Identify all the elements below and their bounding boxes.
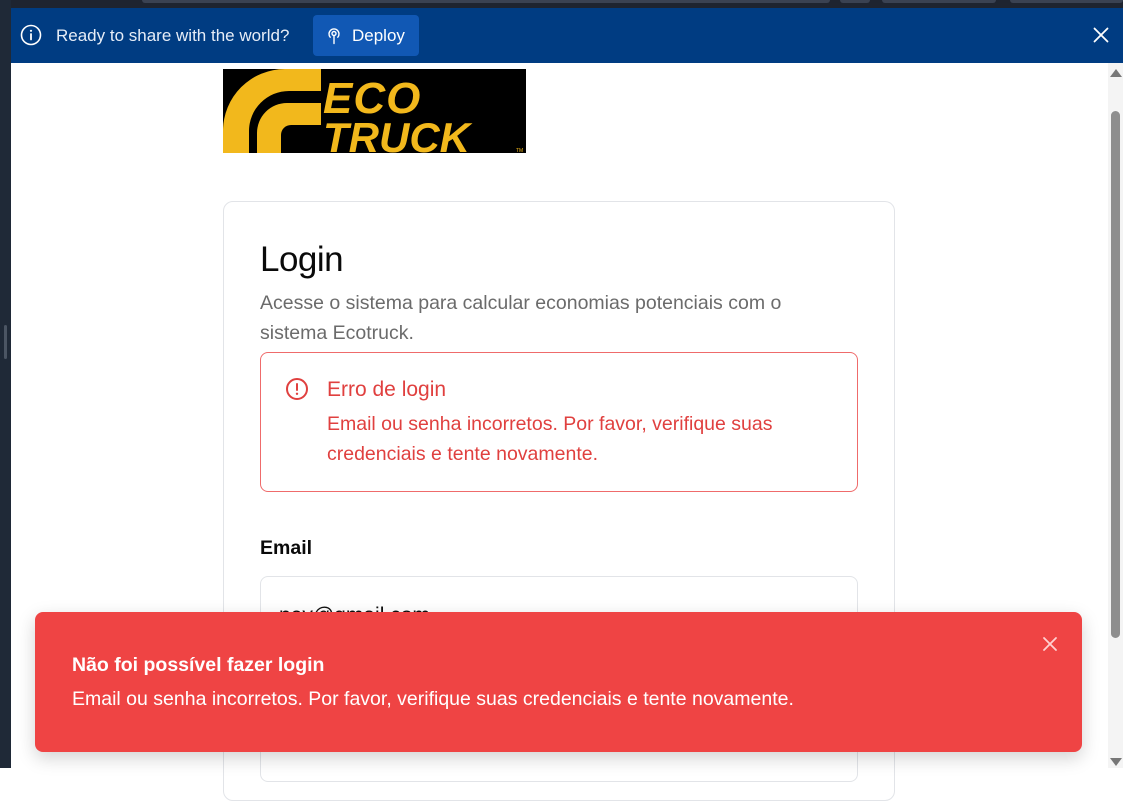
- svg-text:TM: TM: [516, 148, 523, 153]
- deploy-label: Deploy: [352, 25, 405, 45]
- browser-top-strip: [0, 0, 1123, 8]
- login-description: Acesse o sistema para calcular economias…: [260, 292, 782, 344]
- scroll-down-icon[interactable]: [1110, 758, 1122, 766]
- alert-title: Erro de login: [327, 378, 447, 401]
- info-icon: [20, 24, 42, 46]
- toolbar-button-edge: [882, 0, 996, 3]
- close-icon[interactable]: [1040, 634, 1060, 654]
- email-label: Email: [260, 537, 313, 559]
- logo-image: ECO TRUCK TM: [223, 69, 523, 153]
- deploy-icon: [328, 27, 340, 44]
- error-toast: Não foi possível fazer login Email ou se…: [35, 612, 1082, 752]
- toolbar-button-edge: [1010, 0, 1123, 3]
- page-title: Login: [260, 240, 344, 279]
- alert-circle-icon: [286, 378, 308, 400]
- address-bar-edge: [142, 0, 830, 3]
- error-alert: Erro de login Email ou senha incorretos.…: [260, 352, 858, 492]
- left-panel-edge: [0, 0, 11, 768]
- alert-text: Email ou senha incorretos. Por favor, ve…: [327, 413, 773, 465]
- toolbar-button-edge: [840, 0, 870, 3]
- svg-text:TRUCK: TRUCK: [323, 114, 473, 153]
- scroll-up-icon[interactable]: [1110, 69, 1122, 77]
- banner-message: Ready to share with the world?: [56, 26, 290, 45]
- close-icon[interactable]: [1091, 25, 1111, 45]
- ecotruck-logo: ECO TRUCK TM: [223, 69, 526, 153]
- toast-text: Email ou senha incorretos. Por favor, ve…: [72, 688, 794, 710]
- deploy-button[interactable]: Deploy: [313, 15, 419, 56]
- resize-handle[interactable]: [4, 325, 7, 359]
- scrollbar[interactable]: [1108, 63, 1123, 768]
- toast-title: Não foi possível fazer login: [72, 654, 325, 676]
- scrollbar-thumb[interactable]: [1111, 111, 1120, 638]
- deploy-banner: Ready to share with the world? Deploy: [11, 8, 1123, 63]
